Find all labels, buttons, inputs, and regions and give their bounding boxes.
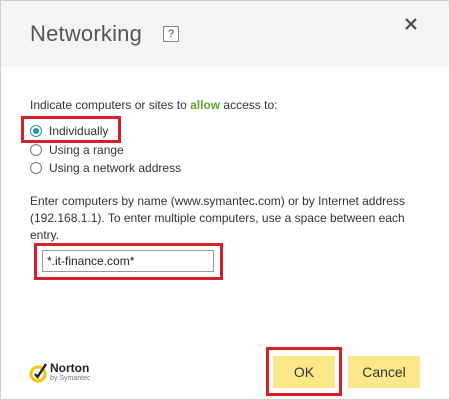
- close-icon: [405, 18, 417, 30]
- logo-subtitle: by Symantec: [50, 375, 91, 382]
- networking-dialog: Networking ? Indicate computers or sites…: [0, 0, 450, 400]
- radio-button[interactable]: [30, 162, 42, 174]
- radio-button-checked[interactable]: [30, 125, 42, 137]
- allow-word: allow: [190, 98, 221, 112]
- computer-address-input[interactable]: [42, 250, 214, 272]
- radio-label-network-address: Using a network address: [49, 161, 182, 175]
- prompt-after: access to:: [220, 98, 278, 112]
- access-prompt: Indicate computers or sites to allow acc…: [30, 98, 277, 112]
- radio-button[interactable]: [30, 144, 42, 156]
- close-button[interactable]: [401, 14, 423, 36]
- help-button[interactable]: ?: [163, 26, 179, 42]
- radio-network-address[interactable]: Using a network address: [30, 160, 181, 176]
- radio-individually[interactable]: Individually: [30, 123, 108, 139]
- dialog-title: Networking: [30, 21, 143, 46]
- prompt-before: Indicate computers or sites to: [30, 98, 191, 112]
- ok-button[interactable]: OK: [273, 356, 335, 388]
- dialog-header: Networking ?: [1, 1, 449, 67]
- cancel-button[interactable]: Cancel: [348, 356, 420, 388]
- entry-instructions: Enter computers by name (www.symantec.co…: [30, 194, 405, 242]
- logo-name: Norton: [50, 361, 90, 375]
- norton-check-icon: [29, 363, 48, 383]
- radio-label-individually: Individually: [49, 124, 109, 138]
- radio-range[interactable]: Using a range: [30, 142, 124, 158]
- radio-label-range: Using a range: [49, 143, 124, 157]
- norton-logo: Norton by Symantec: [29, 359, 139, 387]
